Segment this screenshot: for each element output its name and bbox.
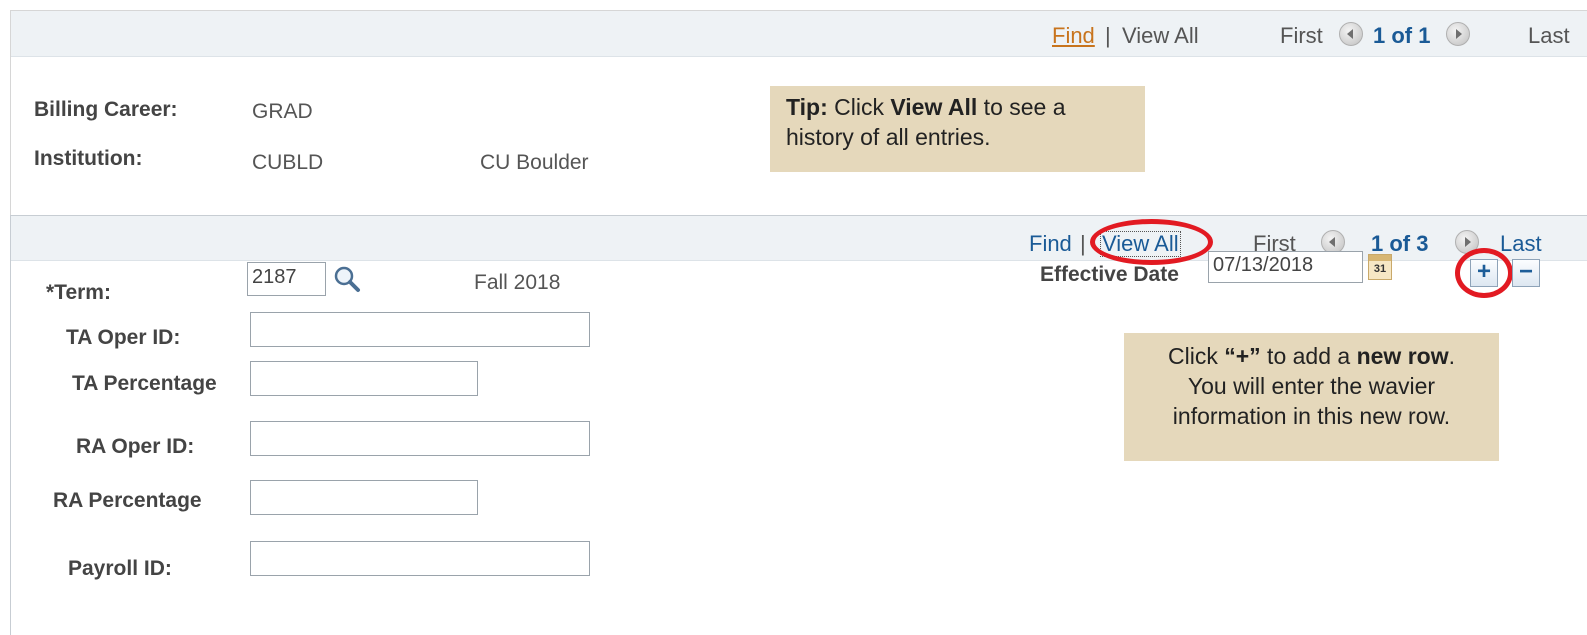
delete-row-button[interactable]: − bbox=[1512, 259, 1540, 287]
view-all-highlight-oval bbox=[1090, 219, 1213, 265]
view-all-tip-callout: Tip: Click View All to see a history of … bbox=[770, 86, 1145, 172]
ta-percentage-input[interactable] bbox=[250, 361, 478, 396]
institution-code: CUBLD bbox=[252, 151, 324, 174]
ra-oper-id-label: RA Oper ID: bbox=[76, 435, 195, 458]
outer-next-arrow-icon[interactable] bbox=[1446, 22, 1470, 46]
ra-oper-id-input[interactable] bbox=[250, 421, 590, 456]
add-tip-text-a: Click bbox=[1168, 343, 1225, 369]
billing-career-label: Billing Career: bbox=[34, 98, 178, 121]
term-input[interactable]: 2187 bbox=[247, 262, 326, 296]
term-description: Fall 2018 bbox=[474, 271, 561, 294]
ta-oper-id-input[interactable] bbox=[250, 312, 590, 347]
outer-previous-arrow-icon[interactable] bbox=[1339, 22, 1363, 46]
outer-find-link[interactable]: Find bbox=[1052, 23, 1095, 49]
calendar-icon[interactable]: 31 bbox=[1368, 254, 1392, 280]
add-tip-line-3: information in this new row. bbox=[1172, 403, 1451, 429]
ra-percentage-input[interactable] bbox=[250, 480, 478, 515]
tip-line-2: history of all entries. bbox=[786, 124, 991, 150]
outer-view-all-link[interactable]: View All bbox=[1122, 23, 1199, 49]
outer-record-count: 1 of 1 bbox=[1373, 23, 1431, 48]
outer-last-link[interactable]: Last bbox=[1528, 23, 1570, 49]
inner-last-link[interactable]: Last bbox=[1500, 231, 1542, 257]
add-row-highlight-oval bbox=[1455, 248, 1513, 298]
effective-date-input[interactable]: 07/13/2018 bbox=[1208, 251, 1363, 283]
ta-percentage-label: TA Percentage bbox=[72, 372, 217, 395]
ta-oper-id-label: TA Oper ID: bbox=[66, 326, 181, 349]
inner-find-link[interactable]: Find bbox=[1029, 231, 1072, 257]
effective-date-label: Effective Date bbox=[1040, 263, 1179, 286]
tip-text-end: to see a bbox=[977, 94, 1066, 120]
payroll-id-label: Payroll ID: bbox=[68, 557, 172, 580]
outer-nav-separator: | bbox=[1105, 23, 1111, 48]
billing-career-value: GRAD bbox=[252, 100, 313, 123]
term-label: *Term: bbox=[46, 281, 111, 304]
add-tip-new-row-emphasis: new row bbox=[1356, 343, 1449, 369]
tip-text: Click bbox=[827, 94, 891, 120]
calendar-icon-day: 31 bbox=[1373, 263, 1387, 275]
institution-label: Institution: bbox=[34, 147, 143, 170]
payroll-id-input[interactable] bbox=[250, 541, 590, 576]
add-row-tip-callout: Click “+” to add a new row. You will ent… bbox=[1124, 333, 1499, 461]
ra-percentage-label: RA Percentage bbox=[53, 489, 202, 512]
inner-nav-separator: | bbox=[1080, 231, 1086, 256]
tip-prefix: Tip: bbox=[786, 94, 828, 120]
add-tip-text-e: . bbox=[1448, 343, 1455, 369]
add-tip-plus-symbol: “+” bbox=[1224, 343, 1261, 369]
add-tip-text-c: to add a bbox=[1260, 343, 1357, 369]
tip-view-all-emphasis: View All bbox=[890, 94, 978, 120]
institution-name: CU Boulder bbox=[480, 151, 589, 174]
add-tip-line-2: You will enter the wavier bbox=[1187, 373, 1436, 399]
outer-first-link[interactable]: First bbox=[1280, 23, 1323, 49]
magnifier-icon[interactable] bbox=[332, 264, 362, 294]
